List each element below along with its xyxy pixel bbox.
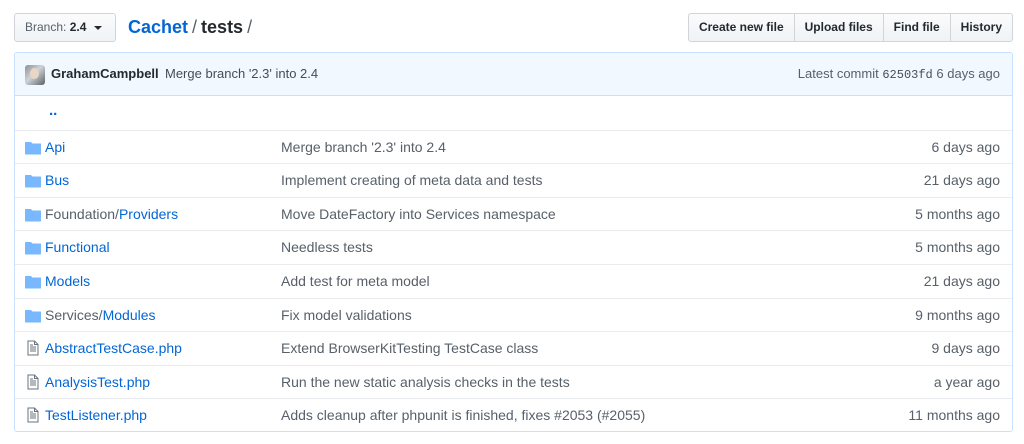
file-rows: .. Api Merge branch '2.3' into 2.4 6 day… [15, 96, 1012, 431]
commit-message-link[interactable]: Merge branch '2.3' into 2.4 [281, 139, 446, 155]
table-row: AbstractTestCase.php Extend BrowserKitTe… [15, 331, 1012, 365]
table-row: Services/Modules Fix model validations 9… [15, 297, 1012, 332]
breadcrumb-separator: / [192, 17, 198, 37]
file-icon [25, 340, 41, 356]
table-row: Functional Needless tests 5 months ago [15, 230, 1012, 264]
commit-age: 9 days ago [931, 340, 1001, 357]
folder-icon [25, 141, 41, 155]
commit-message-link[interactable]: Move DateFactory into Services namespace [281, 206, 556, 222]
commit-author-link[interactable]: GrahamCampbell [51, 66, 159, 81]
commit-message-link[interactable]: Adds cleanup after phpunit is finished, … [281, 407, 645, 423]
commit-message-link[interactable]: Needless tests [281, 239, 373, 255]
file-name-link[interactable]: Providers [119, 206, 178, 222]
file-list: GrahamCampbell Merge branch '2.3' into 2… [14, 52, 1013, 432]
breadcrumb-repo-link[interactable]: Cachet [128, 17, 188, 37]
file-name: AbstractTestCase.php [45, 340, 182, 356]
file-name-link[interactable]: AnalysisTest.php [45, 374, 150, 390]
file-name: Functional [45, 239, 110, 255]
file-name: Foundation/Providers [45, 206, 178, 222]
commit-age: 5 months ago [915, 239, 1000, 256]
table-row: Bus Implement creating of meta data and … [15, 163, 1012, 197]
branch-select-button[interactable]: Branch: 2.4 [14, 13, 116, 42]
file-icon [25, 374, 41, 390]
breadcrumb: Cachet / tests / [128, 16, 256, 38]
table-row: Models Add test for meta model 21 days a… [15, 263, 1012, 298]
file-actions-group: Create new file Upload files Find file H… [687, 13, 1013, 42]
file-name-link[interactable]: Modules [103, 307, 156, 323]
commit-message-link[interactable]: Merge branch '2.3' into 2.4 [165, 66, 318, 81]
file-name-link[interactable]: TestListener.php [45, 407, 147, 423]
table-row: AnalysisTest.php Run the new static anal… [15, 364, 1012, 399]
commit-age: 21 days ago [923, 272, 1000, 289]
upload-files-button[interactable]: Upload files [794, 13, 884, 42]
breadcrumb-current: tests [201, 17, 244, 37]
commit-age: 6 days ago [931, 138, 1001, 155]
folder-icon [25, 174, 41, 188]
file-name-link[interactable]: Bus [45, 172, 69, 188]
folder-icon [25, 309, 41, 323]
breadcrumb-separator: / [247, 17, 253, 37]
history-button[interactable]: History [950, 13, 1013, 42]
latest-commit-bar: GrahamCampbell Merge branch '2.3' into 2… [15, 53, 1012, 96]
commit-message-link[interactable]: Implement creating of meta data and test… [281, 172, 542, 188]
file-name-prefix: Foundation/ [45, 205, 119, 222]
commit-age: 21 days ago [923, 172, 1000, 189]
table-row: TestListener.php Adds cleanup after phpu… [15, 398, 1012, 431]
avatar[interactable] [25, 65, 45, 85]
file-name: Services/Modules [45, 307, 156, 323]
folder-icon [25, 275, 41, 289]
file-name: Models [45, 273, 90, 289]
commit-message-link[interactable]: Extend BrowserKitTesting TestCase class [281, 340, 538, 356]
commit-message-link[interactable]: Run the new static analysis checks in th… [281, 374, 570, 390]
file-name-prefix: Services/ [45, 306, 103, 323]
caret-down-icon [93, 25, 102, 30]
commit-age: 6 days ago [936, 66, 1000, 81]
parent-directory-link[interactable]: .. [49, 102, 57, 119]
file-name-link[interactable]: AbstractTestCase.php [45, 340, 182, 356]
file-icon [25, 407, 41, 423]
file-name: Api [45, 139, 65, 155]
commit-age: 9 months ago [915, 306, 1000, 323]
create-new-file-button[interactable]: Create new file [687, 13, 795, 42]
folder-icon [25, 241, 41, 255]
file-name: Bus [45, 172, 69, 188]
folder-icon [25, 208, 41, 222]
table-row: Api Merge branch '2.3' into 2.4 6 days a… [15, 129, 1012, 164]
table-row-parent: .. [15, 96, 1012, 130]
find-file-button[interactable]: Find file [883, 13, 951, 42]
file-name-link[interactable]: Models [45, 273, 90, 289]
table-row: Foundation/Providers Move DateFactory in… [15, 196, 1012, 231]
file-name: TestListener.php [45, 407, 147, 423]
branch-label: Branch: [25, 20, 67, 34]
commit-age: a year ago [933, 373, 1000, 390]
latest-commit-prefix: Latest commit [797, 66, 879, 81]
file-name: AnalysisTest.php [45, 374, 150, 390]
commit-age: 11 months ago [908, 407, 1000, 424]
branch-value: 2.4 [69, 20, 87, 34]
file-navigation: Branch: 2.4 Cachet / tests / Create new fil… [14, 13, 1013, 42]
file-name-link[interactable]: Api [45, 139, 65, 155]
commit-sha-link[interactable]: 62503fd [882, 68, 932, 82]
commit-message-link[interactable]: Add test for meta model [281, 273, 430, 289]
file-name-link[interactable]: Functional [45, 239, 110, 255]
commit-age: 5 months ago [915, 205, 1000, 222]
commit-message-link[interactable]: Fix model validations [281, 307, 412, 323]
latest-commit-meta: Latest commit 62503fd 6 days ago [798, 66, 1000, 82]
